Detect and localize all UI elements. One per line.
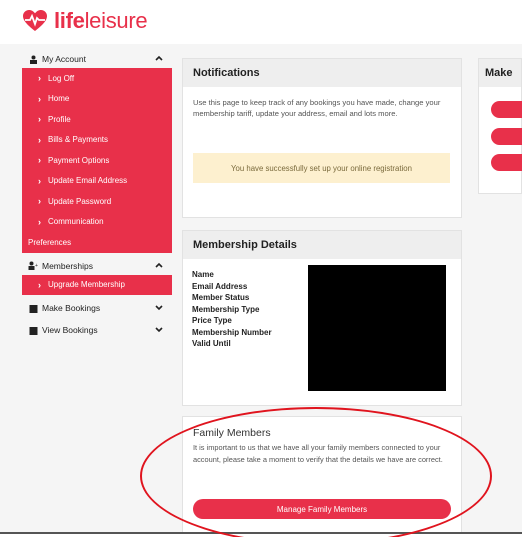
chevron-right-icon: › bbox=[38, 73, 41, 84]
users-icon: + bbox=[28, 261, 38, 271]
label-membership-number: Membership Number bbox=[192, 327, 272, 337]
brand-logo[interactable]: lifeleisure bbox=[22, 6, 148, 36]
chevron-right-icon: › bbox=[38, 216, 41, 227]
calendar-icon bbox=[28, 303, 38, 313]
membership-details-card: Membership Details Name Email Address Me… bbox=[182, 230, 462, 406]
calendar-icon bbox=[28, 325, 38, 335]
sidebar-item-update-password[interactable]: › Update Password bbox=[22, 191, 172, 212]
membership-labels: Name Email Address Member Status Members… bbox=[192, 269, 272, 350]
label-member-status: Member Status bbox=[192, 293, 250, 302]
sidebar-item-update-email[interactable]: › Update Email Address bbox=[22, 171, 172, 192]
chevron-right-icon: › bbox=[38, 175, 41, 186]
make-title: Make bbox=[479, 59, 521, 87]
chevron-right-icon: › bbox=[38, 196, 41, 207]
chevron-up-icon bbox=[155, 55, 163, 61]
label-email-address: Email Address bbox=[192, 281, 248, 291]
heart-pulse-icon bbox=[23, 10, 47, 31]
notifications-text: Use this page to keep track of any booki… bbox=[193, 98, 441, 118]
sidebar-make-bookings-label: Make Bookings bbox=[42, 303, 101, 313]
sidebar-make-bookings[interactable]: Make Bookings bbox=[22, 299, 172, 317]
make-button[interactable] bbox=[491, 101, 522, 118]
sidebar-account-menu: › Log Off › Home › Profile › Bills & Payment… bbox=[22, 68, 172, 253]
sidebar-my-account[interactable]: My Account bbox=[22, 50, 172, 68]
chevron-right-icon: › bbox=[38, 279, 41, 290]
sidebar-item-bills-payments[interactable]: › Bills & Payments bbox=[22, 130, 172, 151]
membership-details-title: Membership Details bbox=[183, 231, 461, 259]
svg-text:+: + bbox=[35, 263, 38, 269]
footer-divider bbox=[0, 532, 522, 534]
sidebar-memberships-label: Memberships bbox=[42, 260, 94, 271]
chevron-right-icon: › bbox=[38, 114, 41, 125]
chevron-right-icon: › bbox=[38, 134, 41, 145]
label-price-type: Price Type bbox=[192, 316, 232, 325]
success-alert: You have successfully set up your online… bbox=[193, 153, 450, 183]
user-lock-icon bbox=[28, 54, 38, 64]
sidebar-item-communication[interactable]: › Communication bbox=[22, 212, 172, 233]
sidebar-item-home[interactable]: › Home bbox=[22, 89, 172, 110]
chevron-right-icon: › bbox=[38, 93, 41, 104]
sidebar-item-profile[interactable]: › Profile bbox=[22, 109, 172, 130]
sidebar-memberships[interactable]: + Memberships bbox=[22, 256, 172, 275]
brand-name: lifeleisure bbox=[54, 8, 148, 33]
make-button[interactable] bbox=[491, 128, 522, 145]
notifications-card: Notifications Use this page to keep trac… bbox=[182, 58, 462, 218]
chevron-right-icon: › bbox=[38, 155, 41, 166]
label-valid-until: Valid Until bbox=[192, 339, 231, 348]
sidebar-item-payment-options[interactable]: › Payment Options bbox=[22, 150, 172, 171]
sidebar-view-bookings[interactable]: View Bookings bbox=[22, 321, 172, 339]
label-membership-type: Membership Type bbox=[192, 304, 260, 314]
make-button[interactable] bbox=[491, 154, 522, 171]
sidebar: My Account › Log Off › Home › Profile › Bill… bbox=[22, 50, 172, 339]
manage-family-members-button[interactable]: Manage Family Members bbox=[193, 499, 451, 519]
sidebar-my-account-label: My Account bbox=[42, 54, 86, 64]
redacted-values bbox=[308, 265, 446, 391]
family-members-card: Family Members It is important to us tha… bbox=[182, 416, 462, 534]
sidebar-memberships-menu: › Upgrade Membership bbox=[22, 274, 172, 296]
chevron-down-icon bbox=[155, 305, 163, 311]
notifications-title: Notifications bbox=[183, 59, 461, 87]
chevron-down-icon bbox=[155, 327, 163, 333]
make-card: Make bbox=[478, 58, 522, 194]
sidebar-view-bookings-label: View Bookings bbox=[42, 325, 98, 335]
family-members-title: Family Members bbox=[193, 427, 271, 439]
chevron-up-icon bbox=[155, 262, 163, 268]
sidebar-item-log-off[interactable]: › Log Off bbox=[22, 68, 172, 89]
label-name: Name bbox=[192, 270, 214, 279]
family-members-text: It is important to us that we have all y… bbox=[193, 443, 443, 464]
sidebar-item-upgrade-membership[interactable]: › Upgrade Membership bbox=[22, 275, 172, 296]
sidebar-item-preferences[interactable]: Preferences bbox=[22, 232, 172, 253]
